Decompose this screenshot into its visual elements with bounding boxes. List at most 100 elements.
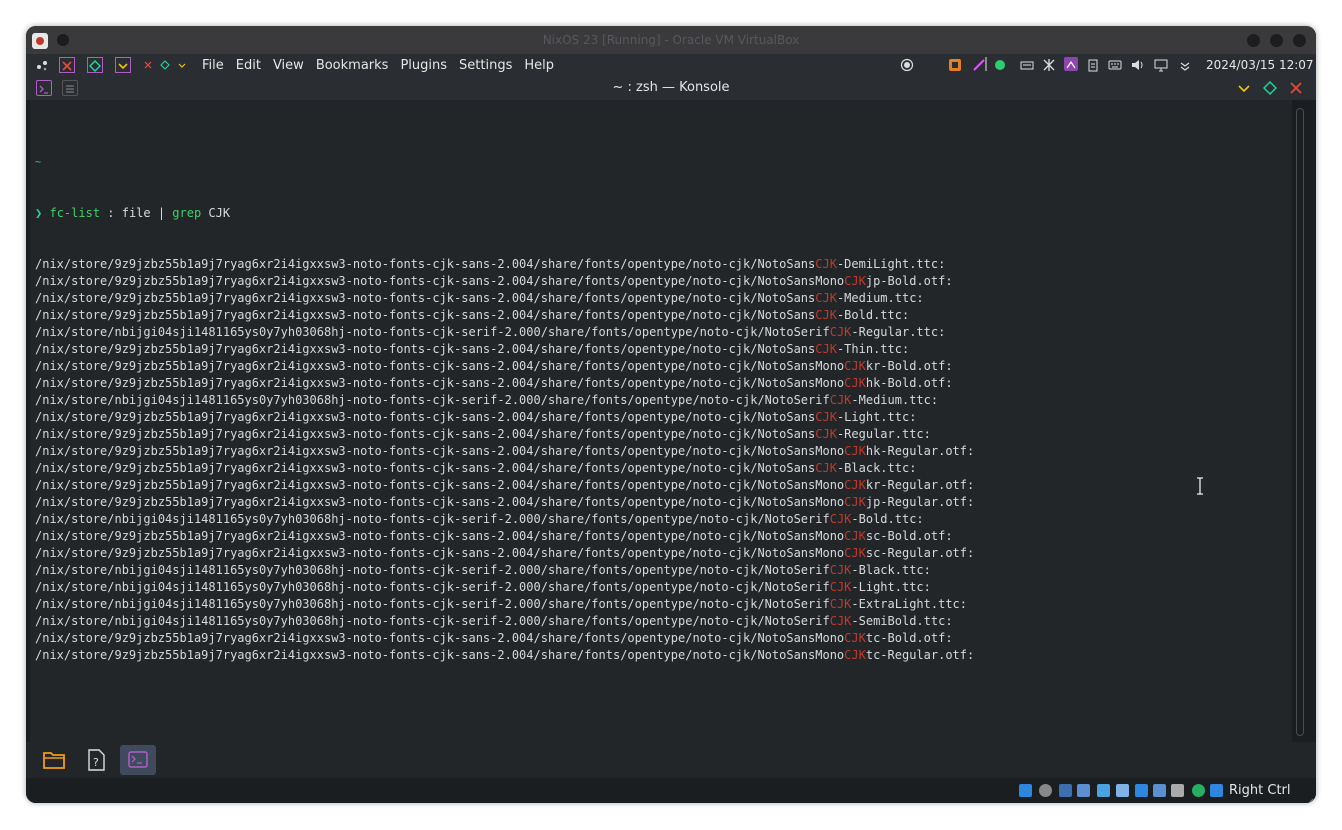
output-line: /nix/store/9z9jzbz55b1a9j7ryag6xr2i4igxx… bbox=[35, 494, 974, 511]
taskbar: ? bbox=[26, 742, 1316, 778]
optical-drive-icon[interactable] bbox=[1039, 784, 1052, 797]
hard-disk-icon[interactable] bbox=[1019, 784, 1032, 797]
output-path: /nix/store/9z9jzbz55b1a9j7ryag6xr2i4igxx… bbox=[35, 342, 816, 356]
clock[interactable]: 2024/03/15 12:07 bbox=[1206, 54, 1314, 76]
usb-icon[interactable] bbox=[1097, 784, 1110, 797]
output-path: /nix/store/9z9jzbz55b1a9j7ryag6xr2i4igxx… bbox=[35, 648, 845, 662]
output-suffix: -SemiBold.ttc: bbox=[851, 614, 953, 628]
output-path: /nix/store/nbijgi04sji1481165ys0y7yh0306… bbox=[35, 512, 830, 526]
cpu-icon[interactable] bbox=[1171, 784, 1184, 797]
virtualbox-window: NixOS 23 [Running] - Oracle VM VirtualBo… bbox=[26, 26, 1316, 803]
output-suffix: -Regular.ttc: bbox=[836, 427, 931, 441]
tray-expand-icon[interactable] bbox=[1178, 57, 1192, 71]
taskbar-konsole[interactable] bbox=[120, 745, 156, 775]
kickoff-launcher-icon[interactable] bbox=[34, 57, 50, 73]
output-line: /nix/store/9z9jzbz55b1a9j7ryag6xr2i4igxx… bbox=[35, 443, 974, 460]
vm-titlebar: NixOS 23 [Running] - Oracle VM VirtualBo… bbox=[26, 26, 1316, 54]
menu-plugins[interactable]: Plugins bbox=[400, 58, 447, 73]
grep-match: CJK bbox=[829, 580, 852, 594]
menu-bookmarks[interactable]: Bookmarks bbox=[316, 58, 389, 73]
virtualbox-app-icon[interactable] bbox=[32, 33, 48, 49]
color-picker-icon[interactable] bbox=[972, 57, 986, 71]
grep-match: CJK bbox=[844, 495, 866, 509]
keyboard-layout-icon[interactable] bbox=[1020, 57, 1034, 71]
output-suffix: tc-Bold.otf: bbox=[865, 631, 953, 645]
terminal-scrollbar[interactable] bbox=[1296, 108, 1304, 736]
grep-match: CJK bbox=[815, 291, 837, 305]
vm-close-button[interactable] bbox=[1293, 34, 1306, 47]
output-suffix: -Bold.ttc: bbox=[836, 308, 910, 322]
output-path: /nix/store/9z9jzbz55b1a9j7ryag6xr2i4igxx… bbox=[35, 427, 816, 441]
output-suffix: -Medium.ttc: bbox=[851, 393, 939, 407]
output-path: /nix/store/9z9jzbz55b1a9j7ryag6xr2i4igxx… bbox=[35, 359, 845, 373]
konsole-titlebar: ~ : zsh — Konsole bbox=[26, 76, 1316, 100]
clipboard-icon[interactable] bbox=[1086, 57, 1100, 72]
guest-additions-icon[interactable] bbox=[1192, 784, 1205, 797]
grep-match: CJK bbox=[844, 444, 866, 458]
record-icon[interactable] bbox=[900, 57, 914, 72]
grep-match: CJK bbox=[844, 648, 866, 662]
display-icon[interactable] bbox=[1154, 57, 1168, 72]
input-method-icon[interactable] bbox=[1108, 57, 1122, 71]
output-suffix: kr-Bold.otf: bbox=[865, 359, 953, 373]
output-line: /nix/store/9z9jzbz55b1a9j7ryag6xr2i4igxx… bbox=[35, 375, 974, 392]
clipboard-app-icon[interactable] bbox=[948, 57, 962, 71]
vm-minimize-button[interactable] bbox=[1247, 34, 1260, 47]
command-pipe: grep bbox=[172, 206, 202, 220]
output-line: /nix/store/nbijgi04sji1481165ys0y7yh0306… bbox=[35, 511, 974, 528]
menu-settings[interactable]: Settings bbox=[459, 58, 512, 73]
konsole-minimize-icon[interactable] bbox=[1236, 80, 1252, 96]
mouse-integration-icon[interactable] bbox=[1210, 784, 1223, 797]
output-suffix: -Thin.ttc: bbox=[836, 342, 910, 356]
vm-pin-button[interactable] bbox=[57, 34, 69, 46]
taskbar-help[interactable]: ? bbox=[78, 745, 114, 775]
output-path: /nix/store/9z9jzbz55b1a9j7ryag6xr2i4igxx… bbox=[35, 478, 845, 492]
taskbar-file-manager[interactable] bbox=[36, 745, 72, 775]
network-icon[interactable] bbox=[1077, 784, 1090, 797]
small-diamond-icon[interactable] bbox=[158, 57, 174, 73]
output-path: /nix/store/nbijgi04sji1481165ys0y7yh0306… bbox=[35, 325, 830, 339]
vault-icon[interactable] bbox=[1064, 57, 1078, 71]
output-suffix: -ExtraLight.ttc: bbox=[851, 597, 967, 611]
small-close-icon[interactable] bbox=[141, 57, 157, 73]
shared-folders-icon[interactable] bbox=[1116, 784, 1129, 797]
terminal-view[interactable]: ~ ❯ fc-list : file | grep CJK /nix/store… bbox=[30, 100, 1292, 803]
output-suffix: hk-Regular.otf: bbox=[865, 444, 975, 458]
menu-file[interactable]: File bbox=[202, 58, 224, 73]
status-online-icon[interactable] bbox=[993, 57, 1007, 71]
command-pattern: CJK bbox=[201, 206, 231, 220]
output-line: /nix/store/nbijgi04sji1481165ys0y7yh0306… bbox=[35, 562, 974, 579]
menu-help[interactable]: Help bbox=[524, 58, 554, 73]
window-keep-above-icon[interactable] bbox=[87, 57, 103, 73]
grep-match: CJK bbox=[829, 325, 852, 339]
konsole-maximize-icon[interactable] bbox=[1262, 80, 1278, 96]
resize-grip-icon[interactable] bbox=[1304, 791, 1314, 803]
host-key-label[interactable]: Right Ctrl bbox=[1229, 783, 1291, 798]
grep-match: CJK bbox=[815, 308, 837, 322]
audio-icon[interactable] bbox=[1059, 784, 1072, 797]
window-close-icon[interactable] bbox=[59, 57, 75, 73]
prompt-path: ~ bbox=[35, 157, 42, 168]
window-minimize-icon[interactable] bbox=[115, 57, 131, 73]
menu-edit[interactable]: Edit bbox=[236, 58, 261, 73]
grep-match: CJK bbox=[829, 614, 852, 628]
output-path: /nix/store/9z9jzbz55b1a9j7ryag6xr2i4igxx… bbox=[35, 529, 845, 543]
output-path: /nix/store/nbijgi04sji1481165ys0y7yh0306… bbox=[35, 563, 830, 577]
display-status-icon[interactable] bbox=[1135, 784, 1148, 797]
menu-view[interactable]: View bbox=[273, 58, 304, 73]
output-suffix: -Regular.ttc: bbox=[851, 325, 946, 339]
output-path: /nix/store/9z9jzbz55b1a9j7ryag6xr2i4igxx… bbox=[35, 308, 816, 322]
volume-icon[interactable] bbox=[1130, 57, 1144, 71]
grep-match: CJK bbox=[844, 546, 866, 560]
small-chevron-icon[interactable] bbox=[175, 57, 191, 73]
recording-icon[interactable] bbox=[1153, 784, 1166, 797]
grep-match: CJK bbox=[844, 478, 866, 492]
vm-maximize-button[interactable] bbox=[1270, 34, 1283, 47]
mouse-ibeam-cursor bbox=[1196, 477, 1204, 495]
grep-match: CJK bbox=[829, 563, 852, 577]
output-line: /nix/store/9z9jzbz55b1a9j7ryag6xr2i4igxx… bbox=[35, 273, 974, 290]
kde-connect-icon[interactable] bbox=[1042, 57, 1056, 71]
konsole-close-icon[interactable] bbox=[1288, 80, 1304, 96]
grep-match: CJK bbox=[815, 461, 837, 475]
grep-match: CJK bbox=[829, 512, 852, 526]
